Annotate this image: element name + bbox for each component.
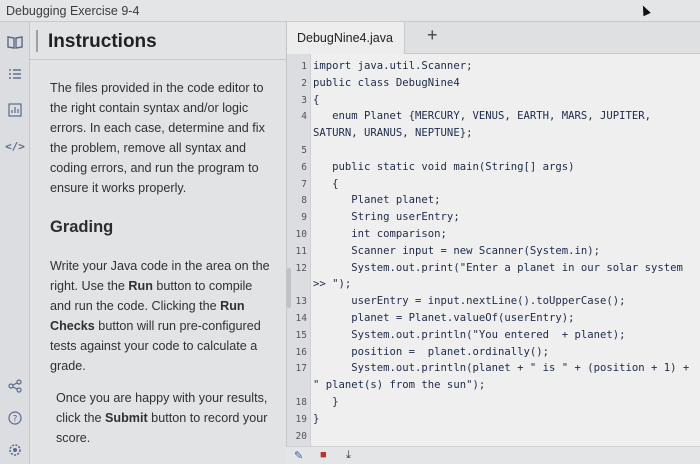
add-tab-button[interactable]: +: [427, 25, 438, 46]
line-number: 2: [301, 77, 307, 89]
code-line[interactable]: >> ");: [313, 278, 351, 290]
download-icon[interactable]: ⤓: [346, 449, 351, 462]
code-line[interactable]: {: [313, 178, 338, 190]
code-line[interactable]: System.out.println("You entered + planet…: [313, 329, 625, 341]
line-number: 15: [295, 329, 307, 341]
line-number: 17: [295, 363, 307, 375]
pencil-icon[interactable]: ✎: [294, 449, 303, 462]
code-line[interactable]: Scanner input = new Scanner(System.in);: [313, 245, 600, 257]
line-number: 12: [295, 262, 307, 274]
line-number: 6: [301, 161, 307, 173]
line-number: 3: [301, 94, 307, 106]
line-number: 16: [295, 346, 307, 358]
code-icon[interactable]: </>: [5, 136, 25, 156]
line-number: 18: [295, 397, 307, 408]
editor-toolbar: ✎ ■ ⤓: [286, 446, 700, 464]
line-number: 8: [301, 195, 307, 207]
line-number: 1: [301, 61, 307, 72]
code-line[interactable]: Planet planet;: [313, 194, 440, 206]
code-line[interactable]: userEntry = input.nextLine().toUpperCase…: [313, 295, 625, 307]
header-divider: [36, 30, 38, 52]
run-label: Run: [128, 279, 153, 293]
share-icon[interactable]: [5, 376, 25, 396]
line-number: 11: [295, 245, 307, 257]
code-line[interactable]: System.out.print("Enter a planet in our …: [313, 262, 683, 274]
code-line[interactable]: " planet(s) from the sun");: [313, 379, 485, 391]
instructions-intro: The files provided in the code editor to…: [50, 81, 265, 195]
editor-tabs: DebugNine4.java +: [287, 22, 700, 54]
code-line[interactable]: String userEntry;: [313, 211, 459, 223]
instructions-title: Instructions: [48, 31, 157, 52]
code-editor: DebugNine4.java + 1 2 3 4 5 6 7 8 9 10 11 12 13 14 15 1…: [286, 22, 700, 464]
code-line[interactable]: }: [313, 396, 338, 408]
code-line[interactable]: public class DebugNine4: [313, 77, 460, 89]
book-icon[interactable]: [5, 32, 25, 52]
grading-title: Grading: [50, 218, 114, 236]
line-number: 20: [295, 430, 307, 442]
line-number: 10: [295, 229, 307, 240]
code-line[interactable]: SATURN, URANUS, NEPTUNE};: [313, 127, 472, 139]
line-number: 4: [301, 111, 307, 123]
svg-text:?: ?: [13, 415, 18, 425]
chart-icon[interactable]: [5, 100, 25, 120]
instructions-header: Instructions: [30, 22, 286, 60]
code-line[interactable]: position = planet.ordinally();: [313, 346, 549, 358]
code-line[interactable]: planet = Planet.valueOf(userEntry);: [313, 312, 574, 324]
code-line[interactable]: {: [313, 94, 319, 106]
grading-paragraph-1: Write your Java code in the area on the …: [50, 256, 274, 376]
submit-label: Submit: [105, 411, 148, 425]
grading-paragraph-2: Once you are happy with your results, cl…: [56, 388, 276, 448]
left-rail: </> ?: [0, 22, 30, 464]
code-line[interactable]: public static void main(String[] args): [313, 161, 574, 173]
line-number: 7: [301, 178, 307, 190]
window-title: Debugging Exercise 9-4: [0, 0, 700, 22]
scroll-handle[interactable]: [287, 268, 291, 308]
settings-icon[interactable]: [5, 440, 25, 460]
line-number: 5: [301, 145, 307, 156]
line-number-gutter: 1 2 3 4 5 6 7 8 9 10 11 12 13 14 15 16 17 18 19 20: [287, 54, 311, 464]
code-line[interactable]: System.out.println(planet + " is " + (po…: [313, 362, 689, 374]
code-line[interactable]: import java.util.Scanner;: [313, 60, 472, 72]
line-number: 9: [301, 212, 307, 224]
code-line[interactable]: enum Planet {MERCURY, VENUS, EARTH, MARS…: [313, 110, 651, 122]
trash-icon[interactable]: ■: [320, 449, 327, 461]
line-number: 14: [295, 313, 307, 324]
tab-debugnine4-java[interactable]: DebugNine4.java: [287, 22, 405, 54]
list-icon[interactable]: [5, 64, 25, 84]
instructions-panel: Instructions The files provided in the c…: [30, 22, 286, 464]
help-icon[interactable]: ?: [5, 408, 25, 428]
code-line[interactable]: }: [313, 413, 319, 425]
code-text-area[interactable]: import java.util.Scanner; public class De…: [311, 54, 700, 464]
code-line[interactable]: int comparison;: [313, 228, 447, 240]
line-number: 13: [295, 296, 307, 308]
line-number: 19: [295, 413, 307, 425]
